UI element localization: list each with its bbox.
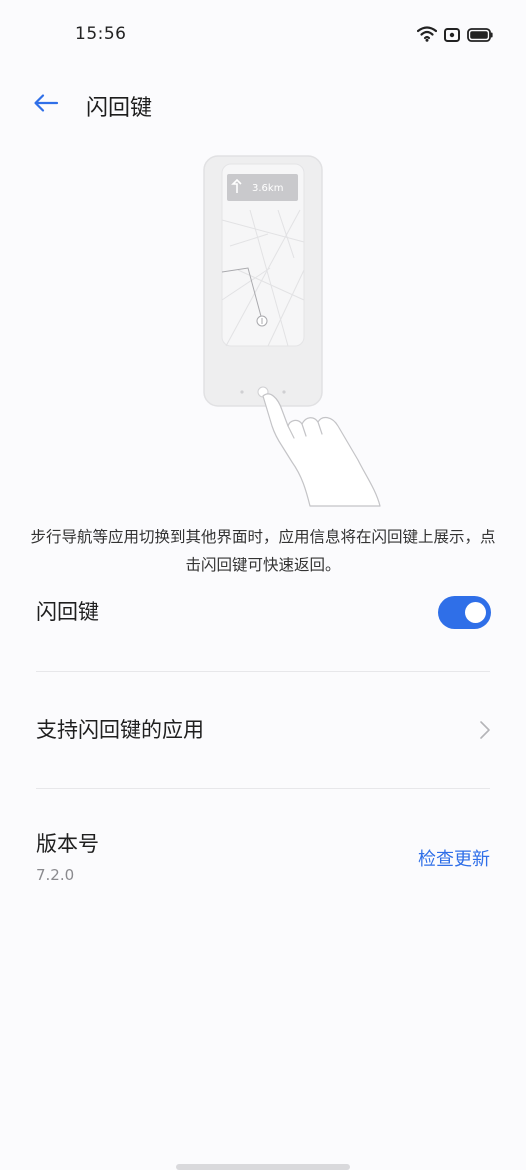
nav-banner-text: 3.6km xyxy=(252,183,283,194)
flashback-toggle-switch[interactable] xyxy=(438,596,491,629)
flashback-toggle-label: 闪回键 xyxy=(36,600,99,624)
page-title: 闪回键 xyxy=(86,96,153,121)
supported-apps-label: 支持闪回键的应用 xyxy=(36,718,204,742)
arrow-left-icon xyxy=(33,93,59,117)
status-time: 15:56 xyxy=(75,24,127,44)
home-indicator[interactable] xyxy=(176,1164,350,1170)
version-label: 版本号 xyxy=(36,832,99,856)
version-value: 7.2.0 xyxy=(36,866,75,884)
battery-icon xyxy=(467,27,493,46)
phone-illustration: 3.6km xyxy=(203,155,381,507)
check-update-button[interactable]: 检查更新 xyxy=(418,845,490,871)
feature-description: 步行导航等应用切换到其他界面时，应用信息将在闪回键上展示，点击闪回键可快速返回。 xyxy=(30,528,496,574)
screen-record-icon xyxy=(444,27,460,46)
header: 闪回键 xyxy=(0,80,526,130)
divider xyxy=(36,788,490,789)
wifi-icon xyxy=(416,26,438,46)
divider xyxy=(36,671,490,672)
flashback-illustration: 3.6km xyxy=(190,150,390,510)
back-button[interactable] xyxy=(28,90,64,120)
chevron-right-icon xyxy=(478,720,492,740)
toggle-knob xyxy=(465,602,486,623)
status-bar: 15:56 xyxy=(0,0,526,70)
hand-pointer-illustration xyxy=(262,393,381,507)
status-icons xyxy=(416,26,493,46)
